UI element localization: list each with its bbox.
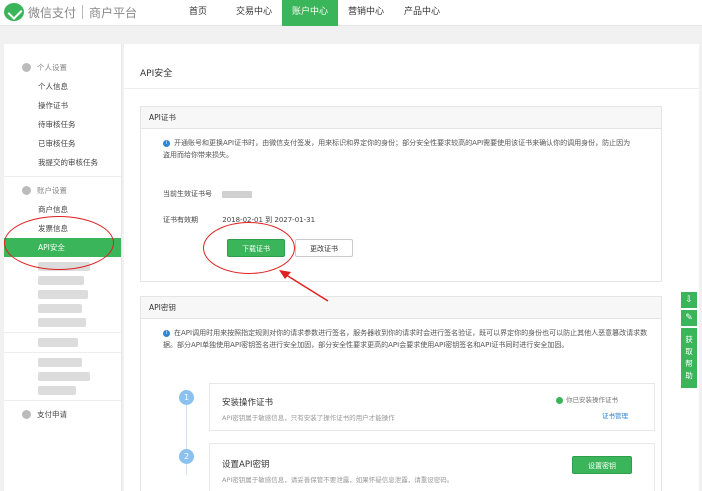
- info-icon: i: [163, 329, 170, 337]
- current-cert-row: 当前生效证书号: [163, 189, 253, 199]
- annotation-circle-download: [203, 222, 295, 274]
- validity-label: 证书有效期: [163, 216, 198, 224]
- step-set-api-key: 设置API密钥 API密钥属于敏感信息，请妥善保管不要泄露，如果怀疑信息泄露，请…: [209, 443, 655, 491]
- nav-account-center[interactable]: 账户中心: [282, 0, 338, 26]
- sidebar-divider: [4, 400, 121, 401]
- cert-manage-link[interactable]: 证书管理: [602, 410, 628, 420]
- cert-notice-text: 开通账号和更换API证书时，由微信支付签发，用来标识和界定你的身份；部分安全性要…: [163, 139, 631, 159]
- cert-number-redacted: [222, 190, 253, 198]
- get-help-button[interactable]: 获取帮助: [681, 328, 697, 388]
- step-install-cert: 安装操作证书 API密钥属于敏感信息，只有安装了操作证书的用户才能操作 你已安装…: [209, 383, 655, 431]
- sidebar-item-redacted[interactable]: [38, 290, 88, 299]
- step-desc: API密钥属于敏感信息，只有安装了操作证书的用户才能操作: [222, 414, 395, 422]
- panel-heading: API证书: [141, 107, 661, 129]
- top-nav: 首页 交易中心 账户中心 营销中心 产品中心: [170, 0, 450, 26]
- edit-icon[interactable]: ✎: [681, 310, 697, 326]
- brand-divider: [82, 5, 84, 19]
- top-bar: 微信支付 商户平台 首页 交易中心 账户中心 营销中心 产品中心: [0, 0, 702, 26]
- user-icon: [22, 63, 31, 72]
- sidebar-group-redacted[interactable]: [38, 358, 82, 367]
- brand-name: 微信支付: [28, 5, 77, 20]
- sidebar-group-redacted[interactable]: [38, 338, 78, 347]
- sidebar-divider: [4, 176, 121, 177]
- api-key-panel: API密钥 i 在API调用时用来按照指定规则对你的请求参数进行签名，服务器收到你…: [140, 296, 662, 491]
- key-notice: i 在API调用时用来按照指定规则对你的请求参数进行签名，服务器收到你的请求时会进…: [163, 327, 649, 351]
- key-notice-text: 在API调用时用来按照指定规则对你的请求参数进行签名，服务器收到你的请求时会进行…: [163, 329, 648, 349]
- sidebar-group-label: 账户设置: [37, 186, 67, 195]
- nav-marketing-center[interactable]: 营销中心: [338, 0, 394, 26]
- floating-toolbar: ⇩ ✎ 获取帮助: [681, 292, 697, 388]
- panel-heading: API密钥: [141, 297, 661, 319]
- step-title: 安装操作证书: [222, 398, 274, 408]
- change-cert-button[interactable]: 更改证书: [295, 239, 353, 257]
- sidebar-group-account: 账户设置: [4, 181, 121, 200]
- title-divider: [124, 88, 699, 89]
- sidebar-item-redacted[interactable]: [38, 304, 82, 313]
- cert-notice: i 开通账号和更换API证书时，由微信支付签发，用来标识和界定你的身份；部分安全性…: [163, 137, 633, 161]
- annotation-circle-sidebar: [4, 216, 114, 270]
- nav-product-center[interactable]: 产品中心: [394, 0, 450, 26]
- sidebar-item-redacted[interactable]: [38, 386, 76, 395]
- info-icon: i: [163, 139, 170, 147]
- check-icon: [556, 396, 563, 404]
- set-key-button[interactable]: 设置密钥: [572, 456, 632, 474]
- brand-logo[interactable]: 微信支付 商户平台: [4, 3, 137, 21]
- sidebar-item-redacted[interactable]: [38, 318, 86, 327]
- chat-icon: [22, 410, 31, 419]
- step-title: 设置API密钥: [222, 460, 270, 470]
- sidebar-item-label: 支付申请: [37, 410, 67, 419]
- gear-icon: [22, 186, 31, 195]
- sidebar-item-payment-apply[interactable]: 支付申请: [4, 405, 121, 424]
- main-content: API安全 API证书 i 开通账号和更换API证书时，由微信支付签发，用来标识和…: [124, 44, 699, 491]
- sidebar-group-label: 个人设置: [37, 63, 67, 72]
- sidebar-item-operation-cert[interactable]: 操作证书: [4, 96, 121, 115]
- sidebar-item-my-submitted-tasks[interactable]: 我提交的审核任务: [4, 153, 121, 172]
- nav-trade-center[interactable]: 交易中心: [226, 0, 282, 26]
- nav-home[interactable]: 首页: [170, 0, 226, 26]
- step-desc: API密钥属于敏感信息，请妥善保管不要泄露，如果怀疑信息泄露，请重设密码。: [222, 476, 454, 484]
- sidebar-item-redacted[interactable]: [38, 372, 90, 381]
- sidebar-item-personal-info[interactable]: 个人信息: [4, 77, 121, 96]
- brand-subtitle: 商户平台: [89, 5, 138, 20]
- cert-installed-status: 你已安装操作证书: [556, 394, 618, 404]
- step-connector: [186, 405, 187, 475]
- sidebar-group-personal: 个人设置: [4, 58, 121, 77]
- download-icon[interactable]: ⇩: [681, 292, 697, 308]
- step-number: 2: [179, 449, 194, 464]
- sidebar-divider: [4, 332, 121, 333]
- sidebar-item-pending-tasks[interactable]: 待审核任务: [4, 115, 121, 134]
- sidebar-divider: [4, 352, 121, 353]
- wechat-pay-logo-icon: [4, 3, 24, 21]
- sidebar-item-reviewed-tasks[interactable]: 已审核任务: [4, 134, 121, 153]
- status-text: 你已安装操作证书: [566, 396, 618, 404]
- current-cert-label: 当前生效证书号: [163, 190, 212, 198]
- sidebar-item-redacted[interactable]: [38, 276, 84, 285]
- page-title: API安全: [140, 69, 173, 79]
- step-number: 1: [179, 390, 194, 405]
